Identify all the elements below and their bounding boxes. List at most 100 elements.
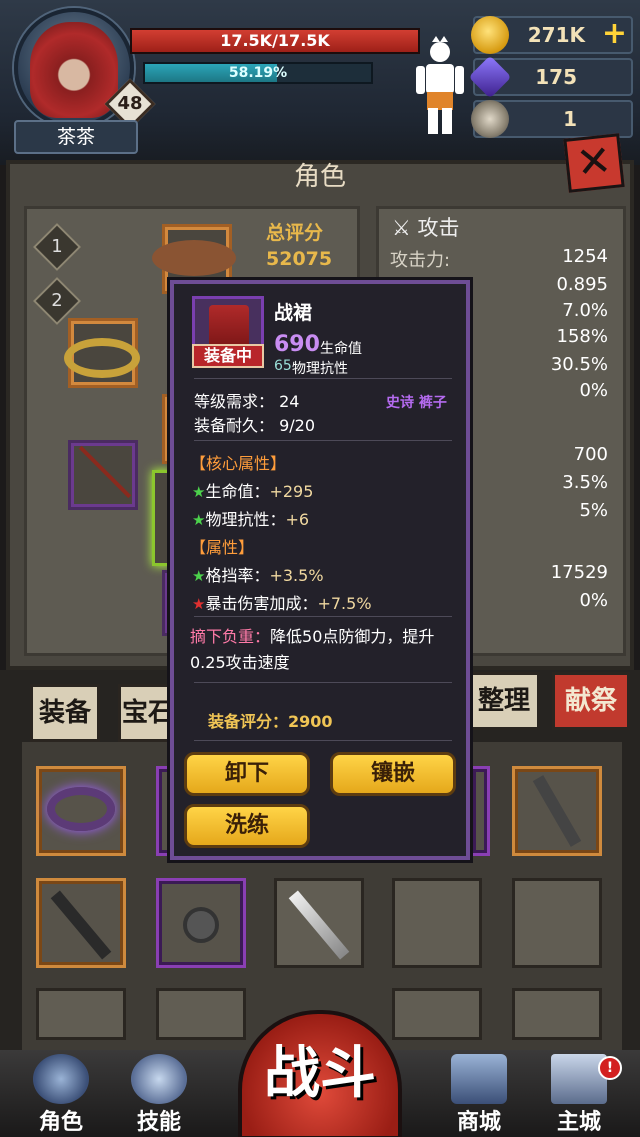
nav-skills[interactable]: 技能 <box>116 1054 202 1136</box>
cursed-belt-icon <box>47 787 115 831</box>
stat-label: 攻击力: <box>390 250 451 271</box>
green-star-icon: ★ <box>192 511 206 529</box>
item-main-res-label: 物理抗性 <box>292 361 348 377</box>
stat-value: 158% <box>556 326 608 347</box>
horn-counter: 1 <box>471 100 633 138</box>
total-score-value: 52075 <box>266 248 333 270</box>
tab-equipment[interactable]: 装备 <box>30 684 100 742</box>
gem-counter: 175 <box>468 55 633 99</box>
nav-shop[interactable]: 商城 <box>436 1054 522 1136</box>
stat-value: 7.0% <box>562 300 608 321</box>
inventory-slot[interactable] <box>512 766 602 856</box>
red-star-icon: ★ <box>192 595 206 613</box>
gold-counter: 271K + <box>471 16 633 54</box>
stat-value: 5% <box>579 500 608 521</box>
durability: 装备耐久： 9/20 <box>194 416 316 435</box>
nav-city-label: 主城 <box>556 1110 601 1135</box>
equipped-badge: 装备中 <box>192 344 264 368</box>
hp-bar: 17.5K/17.5K <box>130 28 420 54</box>
inventory-slot[interactable] <box>392 988 482 1040</box>
inventory-slot[interactable] <box>512 988 602 1040</box>
hp-text: 17.5K/17.5K <box>220 31 330 50</box>
serpent-blade-icon <box>532 775 582 847</box>
character-silhouette-icon[interactable] <box>414 36 466 136</box>
stat-value: 0.895 <box>556 274 608 295</box>
loadout-tab-1-label: 1 <box>51 236 63 257</box>
gem-value: 175 <box>535 65 577 89</box>
nav-character[interactable]: 角色 <box>18 1054 104 1136</box>
divider <box>194 740 452 741</box>
nav-character-label: 角色 <box>38 1110 83 1135</box>
close-button[interactable]: ✕ <box>563 133 625 193</box>
gold-coin-icon <box>471 16 509 54</box>
inventory-slot[interactable] <box>470 766 490 856</box>
attr-value: +3.5% <box>269 566 324 585</box>
stat-row: 攻击力: 1254 <box>390 246 608 274</box>
cowboy-hat-icon <box>152 240 236 276</box>
stat-value: 17529 <box>550 562 608 583</box>
core-attr-value: +6 <box>285 510 310 529</box>
inventory-slot[interactable] <box>36 988 126 1040</box>
inventory-slot[interactable] <box>36 766 126 856</box>
gold-value: 271K <box>527 23 585 47</box>
inventory-slot[interactable] <box>512 878 602 968</box>
stat-value: 0% <box>579 590 608 611</box>
green-star-icon: ★ <box>192 483 206 501</box>
horn-value: 1 <box>563 107 577 131</box>
item-main-res: 65 <box>274 358 292 374</box>
attr-value: +7.5% <box>317 594 372 613</box>
stat-value: 1254 <box>562 246 608 267</box>
stat-value: 3.5% <box>562 472 608 493</box>
stat-value: 700 <box>573 444 608 465</box>
green-star-icon: ★ <box>192 567 206 585</box>
xp-bar: 58.19% <box>143 62 373 84</box>
divider <box>194 616 452 617</box>
equip-slot-weapon[interactable] <box>68 440 138 510</box>
inventory-slot[interactable] <box>274 878 364 968</box>
divider <box>194 682 452 683</box>
core-attr-row: ★物理抗性：+6 <box>192 506 309 530</box>
item-icon: 装备中 <box>192 296 264 368</box>
item-quality: 史诗 裤子 <box>386 395 447 411</box>
attr-row: ★暴击伤害加成：+7.5% <box>192 590 372 614</box>
crossed-swords-icon: ⚔ <box>392 216 411 240</box>
item-main-hp: 690 <box>274 332 320 357</box>
inlay-button[interactable]: 镶嵌 <box>330 752 456 796</box>
spiked-mace-icon <box>50 890 112 960</box>
attr-header: 【属性】 <box>190 538 255 557</box>
panel-title: 角色 <box>293 162 346 192</box>
attr-label: 暴击伤害加成： <box>205 594 318 613</box>
stat-value: 0% <box>579 380 608 401</box>
sort-button[interactable]: 整理 <box>468 672 540 730</box>
shop-tent-icon <box>451 1054 507 1104</box>
divider <box>194 378 452 379</box>
equip-slot-pants-selected[interactable] <box>152 470 172 566</box>
inventory-slot[interactable] <box>156 878 246 968</box>
unequip-penalty-label: 摘下负重： <box>190 627 271 646</box>
divider <box>194 440 452 441</box>
level-value: 48 <box>117 93 143 114</box>
total-score-label: 总评分 <box>266 222 324 244</box>
battle-label: 战斗 <box>264 1041 376 1106</box>
nav-shop-label: 商城 <box>456 1110 501 1135</box>
inventory-slot[interactable] <box>36 878 126 968</box>
add-gold-button[interactable]: + <box>602 18 627 50</box>
purple-gem-icon <box>468 55 512 99</box>
inventory-slot[interactable] <box>392 878 482 968</box>
refine-button[interactable]: 洗练 <box>184 804 310 848</box>
ram-horn-icon <box>471 100 509 138</box>
item-tooltip: 装备中 战裙 690 生命值 65 物理抗性 等级需求： 24 史诗 裤子 装备… <box>170 280 470 860</box>
sacrifice-button[interactable]: 献祭 <box>552 672 630 730</box>
item-name: 战裙 <box>274 302 313 324</box>
nav-skills-label: 技能 <box>136 1110 181 1135</box>
core-attr-label: 物理抗性： <box>205 510 286 529</box>
tab-gems[interactable]: 宝石 <box>118 684 178 742</box>
battle-button[interactable]: 战斗 <box>238 1010 402 1137</box>
inventory-slot[interactable] <box>156 988 246 1040</box>
stat-value: 30.5% <box>550 354 608 375</box>
attack-header-label: 攻击 <box>417 216 460 240</box>
notification-badge: ! <box>598 1056 622 1080</box>
unequip-button[interactable]: 卸下 <box>184 752 310 796</box>
core-attr-label: 生命值： <box>205 482 270 501</box>
loadout-tab-2-label: 2 <box>51 290 63 311</box>
